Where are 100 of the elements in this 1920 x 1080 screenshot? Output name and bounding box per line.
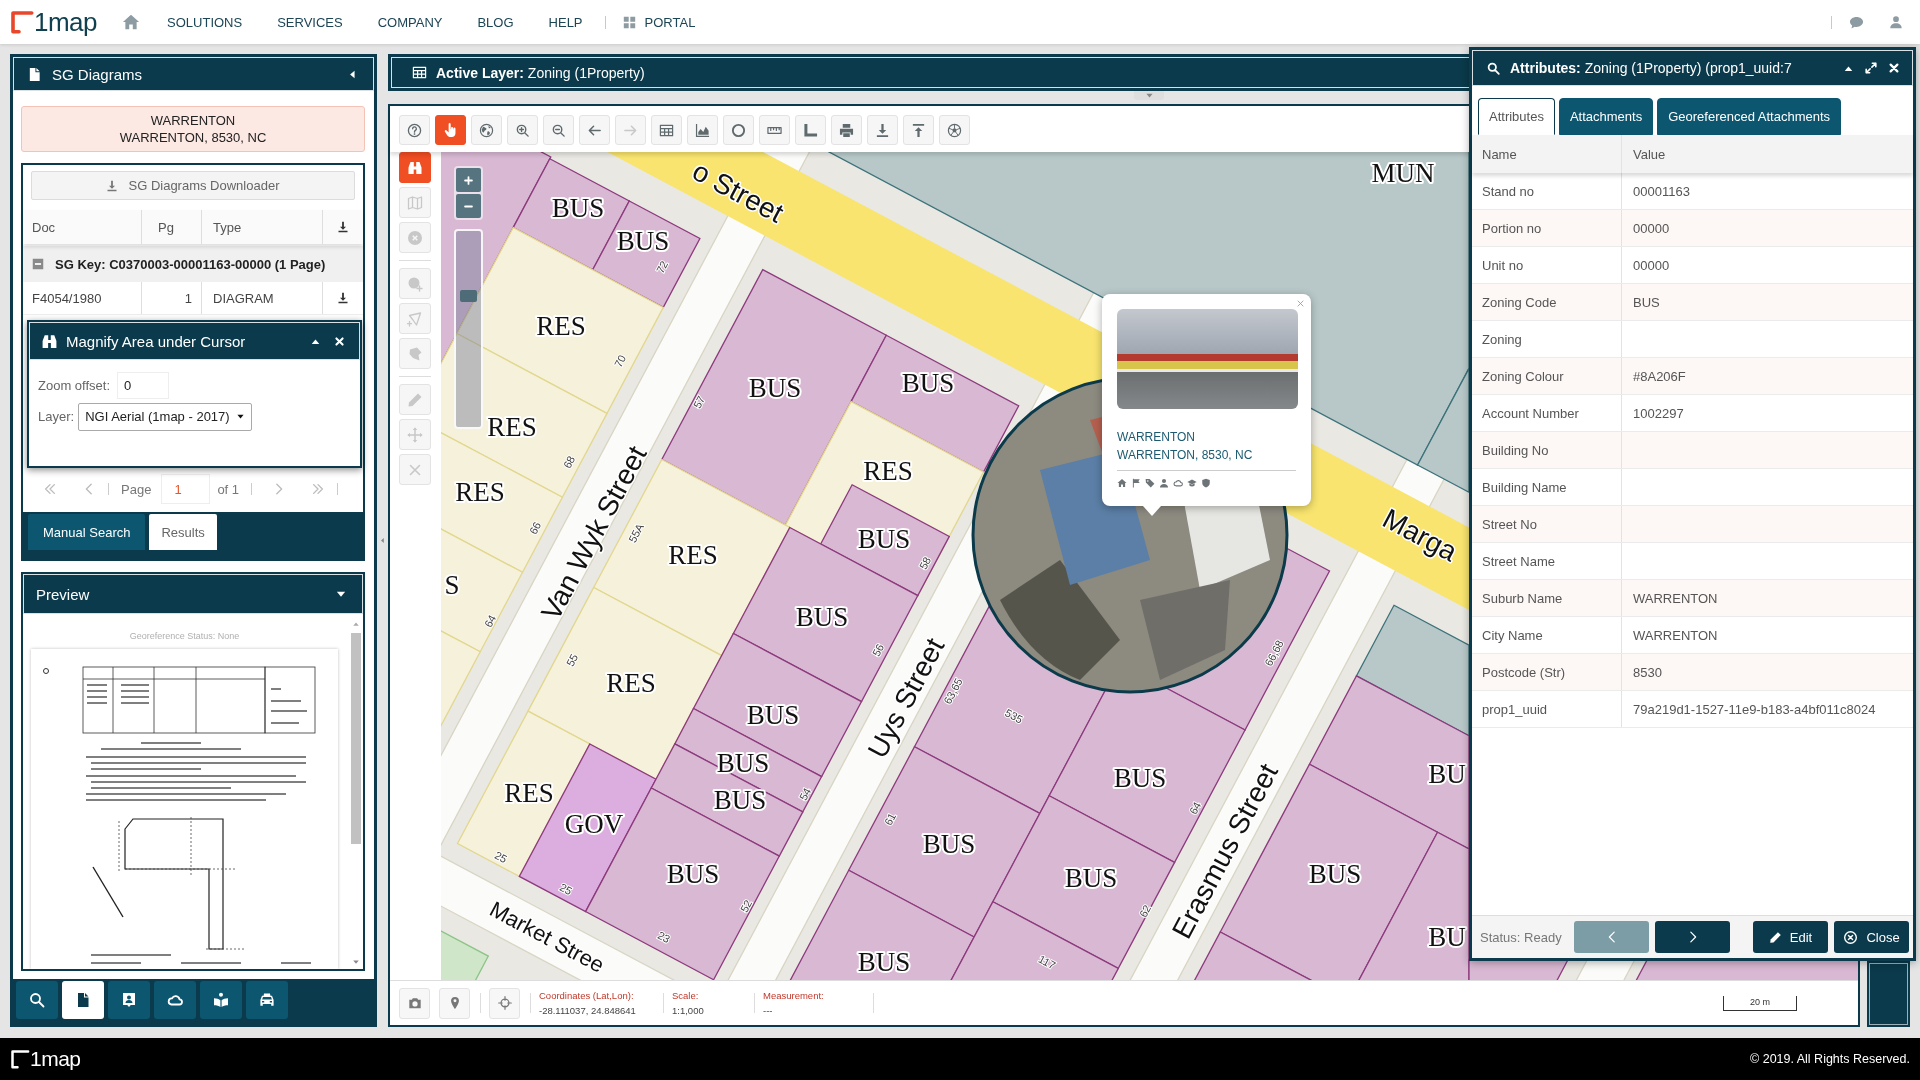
shield-icon[interactable] bbox=[1201, 478, 1211, 488]
zone-label: BUS bbox=[857, 524, 911, 554]
user-icon[interactable] bbox=[1889, 15, 1903, 29]
cloud-icon[interactable] bbox=[1173, 478, 1183, 488]
back-button[interactable] bbox=[579, 115, 610, 145]
parcel-number: 25 bbox=[557, 880, 575, 898]
tab[interactable]: Manual Search bbox=[28, 514, 146, 550]
reader-tab[interactable] bbox=[200, 981, 242, 1019]
search-tab[interactable] bbox=[16, 981, 58, 1019]
book-reader-icon bbox=[213, 992, 229, 1008]
tab[interactable]: Attachments bbox=[1558, 98, 1654, 135]
nav-link[interactable]: HELP bbox=[548, 14, 583, 30]
zoom-in-button[interactable] bbox=[507, 115, 538, 145]
angle-ruler-button[interactable] bbox=[795, 115, 826, 145]
zoom-out-button[interactable] bbox=[543, 115, 574, 145]
column-header: Doc bbox=[23, 210, 142, 244]
tag-icon[interactable] bbox=[1145, 478, 1155, 488]
table-cell: 1 bbox=[142, 282, 202, 314]
zoom-offset-field[interactable]: 0 bbox=[117, 372, 169, 399]
toolbar-toggle[interactable] bbox=[1134, 91, 1164, 100]
download-icon[interactable] bbox=[337, 221, 349, 233]
contact-tab[interactable] bbox=[108, 981, 150, 1019]
zone-label: BUS bbox=[551, 193, 605, 223]
scrollbar-thumb[interactable] bbox=[350, 633, 361, 844]
document-tab[interactable] bbox=[62, 981, 104, 1019]
tab[interactable]: Georeferenced Attachments bbox=[1657, 98, 1842, 135]
zone-label: BUS bbox=[1308, 859, 1362, 889]
nav-link[interactable]: BLOG bbox=[477, 14, 514, 30]
pencil-icon bbox=[407, 391, 423, 408]
layer-select[interactable]: NGI Aerial (1map - 2017) bbox=[78, 402, 252, 431]
zoom-slider[interactable] bbox=[454, 229, 483, 429]
person-icon[interactable] bbox=[1159, 478, 1169, 488]
angle-ruler-icon bbox=[803, 122, 818, 138]
column-header: Value bbox=[1621, 135, 1913, 173]
zoom-in-button[interactable] bbox=[456, 168, 481, 192]
zone-label: BUS bbox=[922, 829, 976, 859]
column-header: Type bbox=[202, 210, 323, 244]
expand-icon[interactable] bbox=[1864, 61, 1878, 75]
zone-label: RES bbox=[536, 311, 586, 341]
nav-link[interactable]: COMPANY bbox=[377, 14, 443, 30]
binoculars-button[interactable] bbox=[399, 152, 431, 183]
download-icon[interactable] bbox=[337, 292, 349, 304]
tab[interactable]: Attributes bbox=[1478, 98, 1555, 135]
ruler-button[interactable] bbox=[759, 115, 790, 145]
close-circle-icon bbox=[407, 229, 423, 246]
edit-button[interactable]: Edit bbox=[1753, 921, 1828, 953]
hand-tool-button[interactable] bbox=[435, 115, 466, 145]
nav-link[interactable]: SOLUTIONS bbox=[167, 14, 243, 30]
chat-icon[interactable] bbox=[1849, 14, 1864, 30]
zone-label: BU bbox=[1428, 759, 1466, 789]
zone-label: GOV bbox=[564, 809, 624, 839]
crosshair-button[interactable] bbox=[489, 987, 520, 1019]
crosshair-icon bbox=[497, 996, 512, 1010]
home-icon[interactable] bbox=[122, 13, 141, 31]
page-field[interactable]: 1 bbox=[161, 474, 211, 504]
panel-title: Active Layer: Zoning (1Property) bbox=[436, 64, 645, 81]
logo-link[interactable]: 1map bbox=[10, 6, 98, 38]
table-cell-text: Street No bbox=[1481, 515, 1538, 534]
pin-button[interactable] bbox=[439, 987, 470, 1019]
caret-left-icon[interactable] bbox=[347, 68, 358, 80]
nav-link[interactable]: SERVICES bbox=[277, 14, 343, 30]
close-button[interactable]: Close bbox=[1834, 921, 1909, 953]
print-button[interactable] bbox=[831, 115, 862, 145]
help-button[interactable] bbox=[399, 115, 430, 145]
zone-label: BUS bbox=[1064, 863, 1118, 893]
home-icon[interactable] bbox=[1117, 478, 1127, 488]
downloader-button[interactable]: SG Diagrams Downloader bbox=[31, 171, 355, 200]
circle-button[interactable] bbox=[723, 115, 754, 145]
cloud-tab[interactable] bbox=[154, 981, 196, 1019]
copyright-text: © 2019. All Rights Reserved. bbox=[1750, 1052, 1910, 1066]
flag-icon[interactable] bbox=[1131, 478, 1141, 488]
zone-label: RES bbox=[668, 540, 718, 570]
graduation-cap-icon[interactable] bbox=[1187, 478, 1197, 488]
table-cell: DIAGRAM bbox=[202, 282, 323, 314]
table-button[interactable] bbox=[651, 115, 682, 145]
car-tab[interactable] bbox=[246, 981, 288, 1019]
download-button[interactable] bbox=[867, 115, 898, 145]
minus-square-icon[interactable] bbox=[31, 257, 45, 271]
zone-label: BUS bbox=[901, 368, 955, 398]
park bbox=[441, 929, 490, 980]
portal-link[interactable]: PORTAL bbox=[622, 14, 696, 30]
zoom-in-icon bbox=[515, 122, 530, 138]
table-cell: 00000 bbox=[1621, 247, 1913, 283]
chart-button[interactable] bbox=[687, 115, 718, 145]
arrow-left-icon bbox=[587, 122, 602, 138]
parcel-number: 52 bbox=[737, 897, 755, 915]
group-row[interactable]: SG Key: C0370003-00001163-00000 (1 Page) bbox=[23, 246, 363, 282]
table-cell-text: Zoning Colour bbox=[1481, 367, 1565, 386]
ball-button[interactable] bbox=[939, 115, 970, 145]
zone-label: BUS bbox=[716, 748, 770, 778]
scroll-down-icon[interactable] bbox=[351, 958, 360, 966]
footer-logo[interactable]: 1map bbox=[10, 1047, 81, 1071]
globe-button[interactable] bbox=[471, 115, 502, 145]
upload-button[interactable] bbox=[903, 115, 934, 145]
camera-button[interactable] bbox=[399, 987, 430, 1019]
zoom-out-button[interactable] bbox=[456, 194, 481, 218]
parcel-number: 62 bbox=[1136, 902, 1154, 920]
parcel-number: 64 bbox=[1186, 799, 1204, 817]
table-cell-text: Suburb Name bbox=[1481, 589, 1564, 608]
tab[interactable]: Results bbox=[149, 514, 217, 550]
